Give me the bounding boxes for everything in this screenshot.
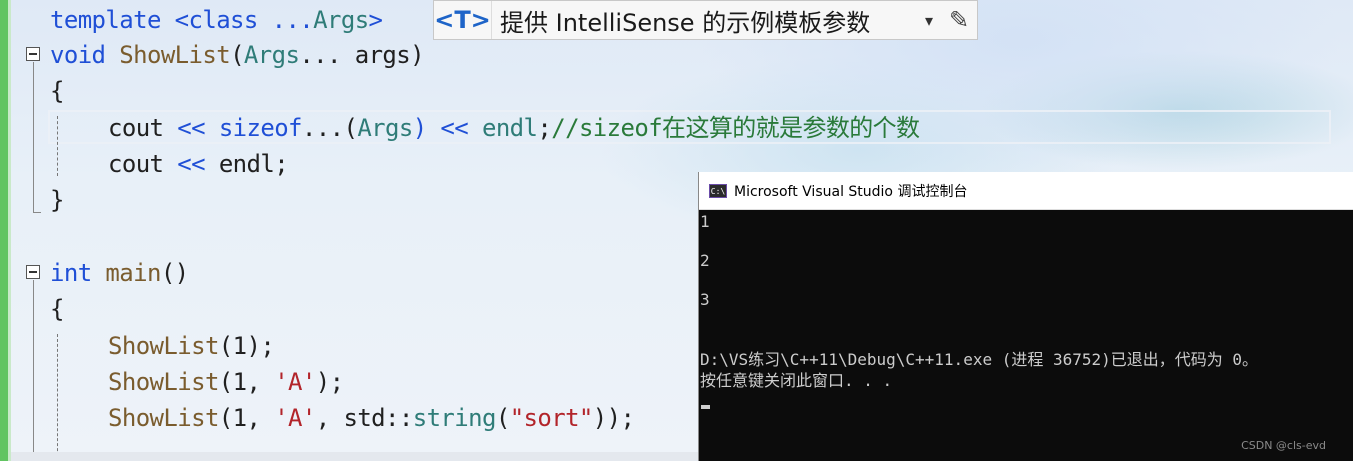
code-token: (1); [218,332,275,360]
code-token: cout [108,150,164,178]
console-cursor [701,405,710,409]
code-string: 'A' [274,404,316,432]
code-line[interactable]: ShowList(1); [108,328,275,364]
debug-console-window[interactable]: C:\ Microsoft Visual Studio 调试控制台 1 2 3 … [698,172,1353,461]
fold-guide [33,280,34,461]
code-line[interactable]: { [50,73,64,109]
code-token: { [50,77,64,105]
code-string: "sort" [509,404,594,432]
code-token: ...( [301,114,358,142]
code-token: ; [274,150,289,178]
code-token: Args [357,114,413,142]
code-token: sizeof [218,114,303,142]
console-title: Microsoft Visual Studio 调试控制台 [734,183,968,200]
code-token: ( [230,41,244,69]
code-token: } [50,186,64,214]
console-output-line: D:\VS练习\C++11\Debug\C++11.exe (进程 36752)… [700,350,1259,369]
fold-guide [33,62,34,212]
template-args-tooltip[interactable]: <T> 提供 IntelliSense 的示例模板参数 ▾ ✎ [433,0,978,40]
fold-guide-end [33,212,41,213]
code-line[interactable]: int main() [50,255,189,291]
code-token: ShowList [108,332,219,360]
code-token: )); [592,404,635,432]
code-line[interactable]: } [50,182,64,218]
code-token: ShowList [119,41,231,69]
change-tracking-bar-light [8,0,11,461]
pencil-icon[interactable]: ✎ [941,6,977,34]
code-token: cout [108,114,164,142]
code-token: () [160,259,189,287]
code-token: ShowList [108,404,219,432]
code-token: Args [313,6,369,34]
code-line[interactable]: cout << endl; [108,146,289,182]
code-token: << [163,114,219,142]
code-line[interactable]: cout << sizeof...(Args) << endl;//sizeof… [108,110,920,146]
code-token: main [105,259,161,287]
indent-guide [57,116,58,176]
indent-guide [57,334,58,461]
code-token: ... args) [299,41,424,69]
console-output-line: 1 [700,212,710,231]
code-token: ) << [412,114,482,142]
template-tag-icon: <T> [434,1,492,39]
code-token: << [163,150,219,178]
code-line[interactable]: template <class ...Args> [50,2,383,38]
tooltip-label: 提供 IntelliSense 的示例模板参数 [500,8,871,37]
console-output-line: 2 [700,251,710,270]
code-line[interactable]: { [50,291,64,327]
code-token: > [368,6,383,34]
code-token: ; [537,114,552,142]
code-string: 'A' [274,368,316,396]
code-token: , std:: [315,404,414,432]
editor-bottom-strip [11,452,698,461]
collapse-icon[interactable] [26,47,40,61]
code-token: Args [243,41,300,69]
code-token: ShowList [108,368,219,396]
code-token: <class ... [160,6,314,34]
code-line[interactable]: ShowList(1, 'A', std::string("sort")); [108,400,635,436]
chevron-down-icon[interactable]: ▾ [917,11,941,30]
code-token: ( [495,404,510,432]
console-titlebar[interactable]: C:\ Microsoft Visual Studio 调试控制台 [699,172,1353,210]
change-tracking-bar [0,0,8,461]
console-app-icon: C:\ [709,183,727,198]
code-token: endl [218,150,275,178]
code-token: string [412,404,497,432]
console-output-line: 按任意键关闭此窗口. . . [700,371,893,390]
code-line[interactable]: ShowList(1, 'A'); [108,364,344,400]
code-token: endl [481,114,538,142]
code-token: (1, [218,404,275,432]
code-token: int [50,259,92,287]
console-output-line: 3 [700,290,710,309]
code-token: ); [315,368,344,396]
code-token: void [50,41,106,69]
code-token: { [50,295,64,323]
code-token: template [50,6,161,34]
code-comment: //sizeof在这算的就是参数的个数 [551,114,920,142]
collapse-icon[interactable] [26,265,40,279]
code-token: (1, [218,368,275,396]
code-line[interactable]: void ShowList(Args... args) [50,37,425,73]
watermark: CSDN @cls-evd [1241,439,1326,452]
